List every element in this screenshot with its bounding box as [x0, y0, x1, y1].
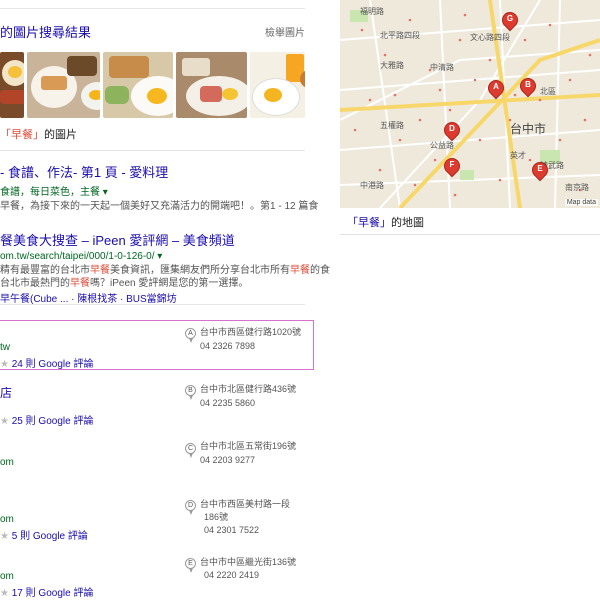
map-pin-g[interactable]: G [498, 8, 522, 36]
local-result-phone: 04 2301 7522 [204, 525, 260, 535]
local-result-reviews[interactable]: ★ 5 則 Google 評論 [0, 527, 88, 542]
result-sitelinks[interactable]: 早午餐(Cube ... · 陳根找茶 · BUS當錦坊 [0, 290, 330, 305]
image-thumbnail-4[interactable] [175, 52, 247, 118]
local-result-name[interactable]: 店 [0, 384, 12, 401]
map-street-label: 北平路四段 [380, 31, 420, 40]
search-result-2: 餐美食大搜查 – iPeen 愛評網 – 美食頻道 om.tw/search/t… [0, 230, 330, 305]
local-result-reviews[interactable]: ★ 17 則 Google 評論 [0, 584, 93, 599]
result-title[interactable]: 餐美食大搜查 – iPeen 愛評網 – 美食頻道 [0, 230, 330, 249]
local-result-address: 台中市北區五常街196號 [200, 441, 297, 451]
map-data-attribution: Map data [564, 199, 598, 206]
image-thumbnail-strip [0, 52, 305, 118]
map-pin-a[interactable]: A [484, 76, 508, 104]
image-results-header: 的圖片搜尋結果 檢舉圖片 [0, 20, 305, 40]
image-thumbnail-3[interactable] [103, 52, 173, 118]
local-result-reviews[interactable]: ★ 25 則 Google 評論 [0, 412, 93, 427]
local-result-site[interactable]: om [0, 571, 14, 582]
map-street-label: 南京路 [565, 183, 589, 192]
report-images-link[interactable]: 檢舉圖片 [265, 24, 305, 39]
image-thumbnail-5[interactable] [249, 52, 305, 118]
local-results-map[interactable]: 福明路 北平路四段 文心路四段 中清路 北區 英才 公益路 精武路 南京路 五權… [340, 0, 600, 208]
map-pin-f[interactable]: F [440, 154, 464, 182]
local-result-site[interactable]: om [0, 457, 14, 468]
map-pin-b[interactable]: B [516, 74, 540, 102]
location-pin-icon: B [185, 385, 196, 400]
location-pin-icon: A [185, 328, 196, 343]
map-pin-d[interactable]: D [440, 118, 464, 146]
local-result-reviews[interactable]: ★ 24 則 Google 評論 [0, 355, 93, 370]
map-city-label: 台中市 [510, 122, 547, 136]
local-result-address-line2: 186號 [204, 512, 229, 522]
local-result-address: 台中市北區健行路436號 [200, 384, 297, 394]
local-result-address: 台中市西區健行路1020號 [200, 327, 302, 337]
local-result-phone: 04 2203 9277 [200, 455, 256, 465]
map-street-label: 中清路 [430, 63, 454, 72]
image-thumbnail-2[interactable] [27, 52, 101, 118]
result-url: 食譜，每日菜色，主餐 ▾ [0, 187, 108, 198]
divider [0, 304, 305, 305]
caption-query: 「早餐」 [0, 129, 44, 141]
map-street-label: 福明路 [360, 7, 384, 16]
local-result-site[interactable]: om [0, 514, 14, 525]
caption-suffix: 的圖片 [44, 129, 77, 141]
local-result-phone: 04 2220 2419 [204, 570, 260, 580]
result-title[interactable]: - 食譜、作法- 第1 頁 - 愛料理 [0, 162, 318, 181]
result-snippet-line2: 台北市最熱門的早餐嗎？iPeen 愛評網是您的第一選擇。 [0, 278, 249, 289]
local-result-address: 台中市西區美村路一段 [200, 499, 291, 509]
map-district-label: 北區 [540, 87, 556, 96]
location-pin-icon: C [185, 443, 196, 458]
local-result-site[interactable]: tw [0, 342, 10, 353]
map-street-label: 中港路 [360, 181, 384, 190]
map-pin-e[interactable]: E [528, 158, 552, 186]
location-pin-icon: D [185, 500, 196, 515]
map-caption-suffix: 的地圖 [391, 217, 424, 229]
divider [0, 150, 305, 151]
image-results-title[interactable]: 的圖片搜尋結果 [0, 22, 91, 41]
result-snippet: 精有最豐富的台北市早餐美食資訊，匯集網友們所分享台北市所有早餐的食 [0, 265, 330, 276]
result-url: om.tw/search/taipei/000/1-0-126-0/ ▾ [0, 251, 163, 262]
local-result-address: 台中市中區繼光街136號 [200, 557, 297, 567]
image-thumbnail-1[interactable] [0, 52, 25, 118]
location-pin-icon: E [185, 558, 196, 573]
local-result-phone: 04 2235 5860 [200, 398, 256, 408]
search-result-1: - 食譜、作法- 第1 頁 - 愛料理 食譜，每日菜色，主餐 ▾ 早餐，為接下來… [0, 162, 318, 213]
result-snippet: 早餐，為接下來的一天起一個美好又充滿活力的開端吧！。第1 - 12 篇食 [0, 201, 319, 212]
image-results-caption[interactable]: 「早餐」的圖片 [0, 126, 77, 142]
map-street-label: 五權路 [380, 121, 404, 130]
map-caption[interactable]: 「早餐」的地圖 [347, 214, 424, 230]
local-result-phone: 04 2326 7898 [200, 341, 256, 351]
divider [0, 8, 305, 9]
map-street-label: 英才 [510, 151, 526, 160]
map-caption-query: 「早餐」 [347, 217, 391, 229]
map-street-label: 大雅路 [380, 61, 404, 70]
